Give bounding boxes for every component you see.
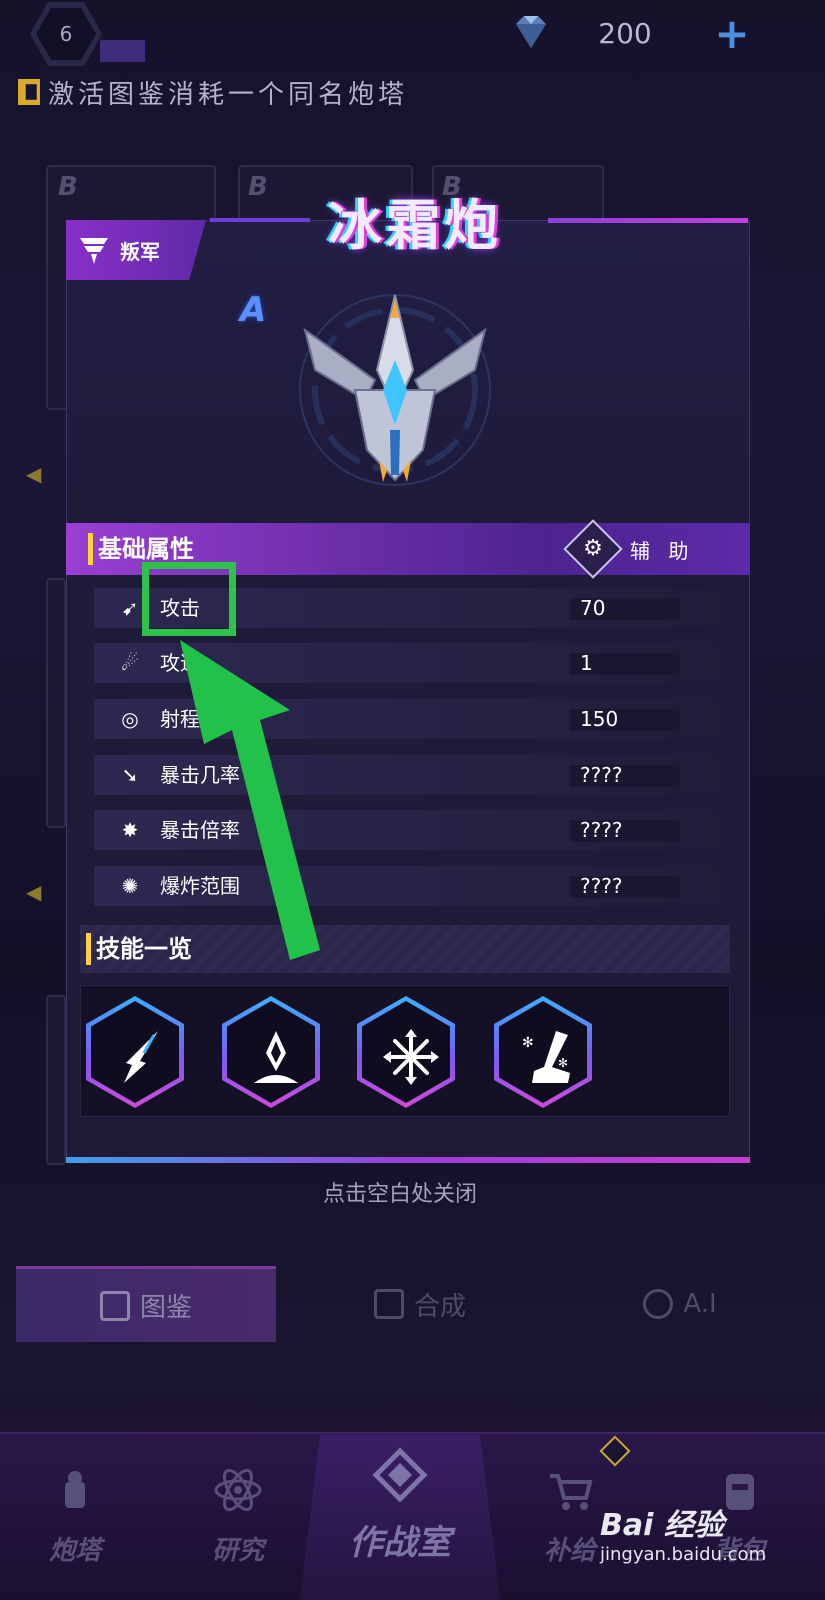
crit-chance-icon: ➘ <box>121 763 139 787</box>
nav-label: 研究 <box>211 1536 264 1566</box>
header-decoration <box>548 218 748 223</box>
add-diamonds-button[interactable]: + <box>712 13 752 56</box>
tip-text: 激活图鉴消耗一个同名炮塔 <box>48 79 409 110</box>
tab-label: 合成 <box>413 1291 466 1322</box>
explosion-range-icon: ✺ <box>121 874 139 898</box>
tower-name: 冰霜炮 <box>328 194 502 257</box>
stat-value: ???? <box>580 818 623 842</box>
nav-turret[interactable]: 炮塔 <box>15 1450 135 1580</box>
nav-label: 炮塔 <box>48 1536 101 1566</box>
faction-name: 叛军 <box>120 239 160 264</box>
crit-multiplier-icon: ✸ <box>121 818 139 842</box>
background-grade-letter: B <box>58 172 78 202</box>
baidu-watermark: Bai 经验 jingyan.baidu.com <box>600 1500 800 1570</box>
tab-label: A.I <box>683 1289 717 1319</box>
war-room-diamond-icon <box>372 1447 428 1503</box>
stat-value: ???? <box>580 874 623 898</box>
diamond-icon <box>516 16 546 48</box>
faction-tag: 叛军 <box>66 220 206 280</box>
nav-research[interactable]: 研究 <box>178 1450 298 1580</box>
tab-label: 图鉴 <box>139 1293 192 1323</box>
svg-text:✻: ✻ <box>522 1035 534 1051</box>
attack-speed-icon: ☄ <box>121 651 139 675</box>
background-tower-card <box>46 995 66 1165</box>
experience-bar <box>100 40 145 62</box>
background-grade-letter: B <box>248 172 268 202</box>
codex-icon <box>99 1290 130 1321</box>
section-marker <box>86 933 91 965</box>
atom-icon <box>214 1468 262 1512</box>
watermark-url: jingyan.baidu.com <box>600 1544 767 1565</box>
background-left-arrow-icon: ◀ <box>26 880 42 904</box>
frost-cannon-tower-image <box>299 294 491 486</box>
nav-war-room[interactable]: 作战室 <box>300 1435 500 1600</box>
ice-shard-skill-icon <box>124 1031 158 1083</box>
modal-bottom-border <box>66 1157 750 1163</box>
background-tower-card <box>46 578 66 828</box>
tab-ai[interactable]: A.I <box>560 1266 800 1342</box>
frost-boot-skill-icon: ✻ ✻ <box>522 1031 570 1083</box>
tower-rank: A <box>240 290 267 330</box>
stat-value: 1 <box>580 651 593 675</box>
nav-label: 作战室 <box>349 1523 451 1563</box>
tip-marker-icon <box>18 79 40 105</box>
range-icon: ◎ <box>121 707 139 731</box>
close-hint[interactable]: 点击空白处关闭 <box>250 1178 550 1212</box>
rebel-faction-icon <box>80 238 108 264</box>
tab-synthesis[interactable]: 合成 <box>290 1266 550 1342</box>
tab-codex[interactable]: 图鉴 <box>16 1266 276 1342</box>
section-marker <box>88 533 93 565</box>
support-gear-icon: ⚙ <box>583 536 603 561</box>
diamond-count: 200 <box>598 17 652 50</box>
stat-value: 150 <box>580 707 619 731</box>
attributes-title: 基础属性 <box>98 535 194 563</box>
turret-icon <box>65 1471 85 1508</box>
chip-icon <box>643 1289 674 1319</box>
stat-value: 70 <box>580 596 606 620</box>
attack-icon: ➹ <box>121 596 139 620</box>
background-left-arrow-icon: ◀ <box>26 462 42 486</box>
role-label: 辅 助 <box>630 539 695 563</box>
svg-text:✻: ✻ <box>558 1056 568 1070</box>
qr-grid-icon <box>373 1289 404 1319</box>
stat-value: ???? <box>580 763 623 787</box>
shopping-cart-icon <box>550 1474 593 1510</box>
annotation-arrow-icon <box>180 640 320 960</box>
header-decoration <box>210 218 310 222</box>
tip-bar: 激活图鉴消耗一个同名炮塔 <box>18 75 778 110</box>
snowflake-skill-icon <box>383 1029 439 1085</box>
watermark-brand: Bai 经验 <box>600 1508 724 1543</box>
crystal-burst-skill-icon <box>254 1031 298 1083</box>
